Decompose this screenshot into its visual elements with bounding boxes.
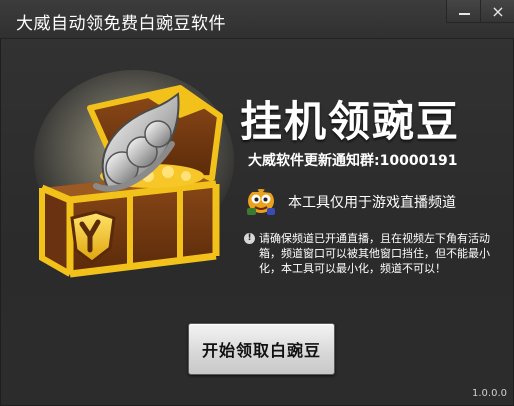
app-window: 大威自动领免费白豌豆软件 × 挂机领豌豆 大威软件更新通知群:10000191 … [0,0,514,406]
feature-description: 本工具仅用于游戏直播频道 [288,195,456,211]
info-icon: ! [244,233,255,244]
feature-row: 本工具仅用于游戏直播频道 [244,183,504,217]
close-button[interactable]: × [480,0,514,23]
start-collect-button[interactable]: 开始领取白豌豆 [188,323,335,375]
update-notice: 大威软件更新通知群:10000191 [248,153,458,169]
version-label: 1.0.0.0 [472,388,507,399]
mascot-icon [247,185,275,215]
minimize-button[interactable] [446,0,481,23]
window-title: 大威自动领免费白豌豆软件 [16,14,226,34]
warning-text: 请确保频道已开通直播，且在视频左下角有活动箱，频道窗口可以被其他窗口挡住，但不能… [259,232,490,275]
minimize-icon [458,13,470,15]
page-title: 挂机领豌豆 [240,97,461,146]
title-bar[interactable]: 大威自动领免费白豌豆软件 × [0,0,514,39]
close-icon: × [491,1,505,21]
treasure-chest-with-pea-icon [34,70,234,278]
